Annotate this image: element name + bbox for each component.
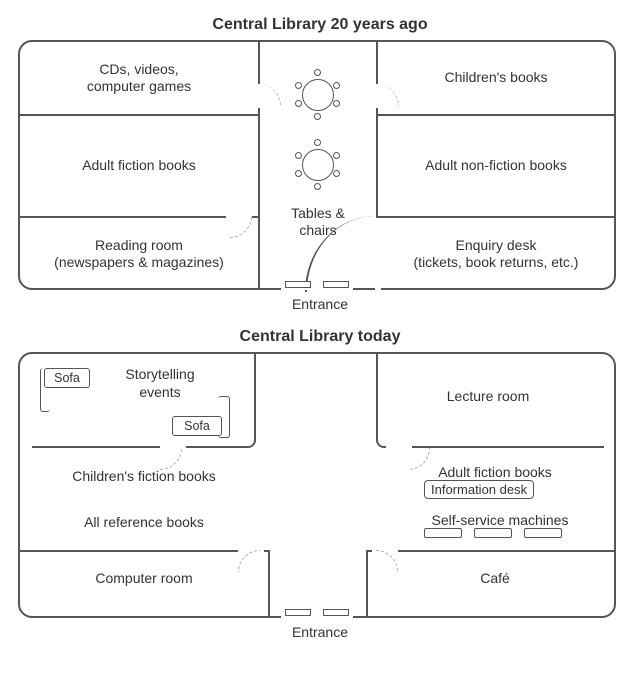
room-storytelling: Storytelling events xyxy=(90,362,230,405)
divider xyxy=(366,550,616,552)
floorplan-before: CDs, videos, computer games Children's b… xyxy=(18,40,616,290)
self-service-machine-icon xyxy=(424,528,462,538)
room-cds: CDs, videos, computer games xyxy=(20,42,258,114)
entrance-label-after: Entrance xyxy=(18,624,622,640)
room-cafe: Café xyxy=(390,566,600,592)
room-lecture: Lecture room xyxy=(398,384,578,410)
entrance-icon xyxy=(281,282,353,290)
divider xyxy=(20,550,270,552)
sofa-label: Sofa xyxy=(172,416,222,436)
floorplan-after: Storytelling events Lecture room Childre… xyxy=(18,352,616,618)
room-children-books: Children's books xyxy=(378,42,614,114)
room-computer-room: Computer room xyxy=(34,566,254,592)
sofa-label: Sofa xyxy=(44,368,90,388)
sofa-shape-icon xyxy=(218,396,230,438)
plan-before-title: Central Library 20 years ago xyxy=(18,16,622,34)
room-adult-fiction: Adult fiction books xyxy=(20,116,258,216)
door-icon xyxy=(375,218,381,290)
information-desk: Information desk xyxy=(424,480,534,499)
room-reading-room: Reading room (newspapers & magazines) xyxy=(20,218,258,290)
self-service-machine-icon xyxy=(474,528,512,538)
corridor-wall-right xyxy=(366,550,368,616)
tables-chairs-icon xyxy=(288,70,348,190)
sofa-shape-icon xyxy=(40,368,50,412)
room-adult-nonfiction: Adult non-fiction books xyxy=(378,116,614,216)
plan-after-title: Central Library today xyxy=(18,328,622,346)
entrance-label-before: Entrance xyxy=(18,296,622,312)
door-icon xyxy=(234,462,258,468)
room-enquiry-desk: Enquiry desk (tickets, book returns, etc… xyxy=(378,218,614,290)
room-children-fiction: Children's fiction books xyxy=(34,464,254,490)
self-service-machine-icon xyxy=(524,528,562,538)
room-all-reference: All reference books xyxy=(34,510,254,536)
entrance-icon xyxy=(281,610,353,618)
corridor-wall-left xyxy=(268,550,270,616)
